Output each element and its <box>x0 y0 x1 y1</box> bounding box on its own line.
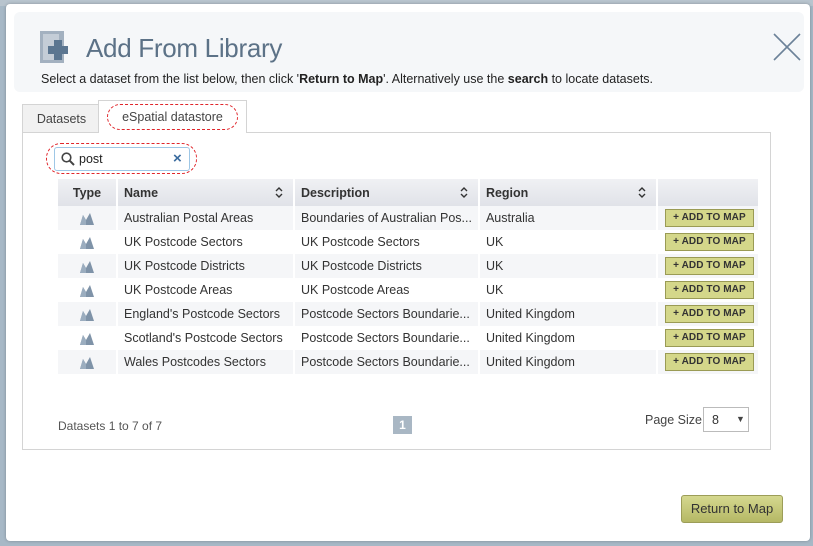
type-cell <box>58 206 116 230</box>
page-1-button[interactable]: 1 <box>393 416 412 434</box>
dataset-region: United Kingdom <box>479 302 656 326</box>
column-header-description[interactable]: Description <box>295 179 478 206</box>
dataset-table: Type Name Description Region Australian … <box>56 179 760 374</box>
dataset-description: Postcode Sectors Boundarie... <box>295 302 478 326</box>
column-header-type: Type <box>58 179 116 206</box>
dataset-region: United Kingdom <box>479 326 656 350</box>
search-input[interactable] <box>79 150 167 168</box>
return-to-map-button[interactable]: Return to Map <box>681 495 783 523</box>
dataset-region: UK <box>479 278 656 302</box>
polygon-layer-icon <box>80 332 94 345</box>
page-size-select[interactable]: 8 ▼ <box>703 407 749 432</box>
tab-datasets[interactable]: Datasets <box>22 104 101 132</box>
dataset-region: UK <box>479 254 656 278</box>
dataset-name: UK Postcode Districts <box>118 254 293 278</box>
dataset-name: England's Postcode Sectors <box>118 302 293 326</box>
polygon-layer-icon <box>80 284 94 297</box>
table-row[interactable]: UK Postcode Sectors UK Postcode Sectors … <box>58 230 758 254</box>
column-header-region[interactable]: Region <box>479 179 656 206</box>
table-row[interactable]: Wales Postcodes Sectors Postcode Sectors… <box>58 350 758 374</box>
type-cell <box>58 254 116 278</box>
dialog-instructions: Select a dataset from the list below, th… <box>41 72 654 86</box>
add-to-map-button[interactable]: + ADD TO MAP <box>664 329 754 347</box>
add-to-map-button[interactable]: + ADD TO MAP <box>664 257 754 275</box>
action-cell: + ADD TO MAP <box>657 254 758 278</box>
table-row[interactable]: Australian Postal Areas Boundaries of Au… <box>58 206 758 230</box>
tab-highlight-annotation <box>107 104 238 130</box>
column-header-action <box>657 179 758 206</box>
dataset-description: Postcode Sectors Boundarie... <box>295 350 478 374</box>
dataset-description: UK Postcode Areas <box>295 278 478 302</box>
dropdown-arrow-icon: ▼ <box>736 414 745 424</box>
polygon-layer-icon <box>80 356 94 369</box>
sort-icon[interactable] <box>275 187 283 198</box>
dataset-description: UK Postcode Sectors <box>295 230 478 254</box>
add-to-map-button[interactable]: + ADD TO MAP <box>664 281 754 299</box>
table-row[interactable]: England's Postcode Sectors Postcode Sect… <box>58 302 758 326</box>
clear-search-icon[interactable]: × <box>173 150 182 167</box>
add-to-map-button[interactable]: + ADD TO MAP <box>664 209 754 227</box>
add-to-map-button[interactable]: + ADD TO MAP <box>664 353 754 371</box>
add-to-map-button[interactable]: + ADD TO MAP <box>664 305 754 323</box>
dataset-name: Scotland's Postcode Sectors <box>118 326 293 350</box>
table-row[interactable]: UK Postcode Districts UK Postcode Distri… <box>58 254 758 278</box>
polygon-layer-icon <box>80 212 94 225</box>
type-cell <box>58 326 116 350</box>
search-field[interactable]: × <box>54 147 190 171</box>
action-cell: + ADD TO MAP <box>657 278 758 302</box>
action-cell: + ADD TO MAP <box>657 230 758 254</box>
add-to-map-button[interactable]: + ADD TO MAP <box>664 233 754 251</box>
dataset-region: Australia <box>479 206 656 230</box>
dataset-description: Postcode Sectors Boundarie... <box>295 326 478 350</box>
action-cell: + ADD TO MAP <box>657 302 758 326</box>
type-cell <box>58 278 116 302</box>
dataset-region: United Kingdom <box>479 350 656 374</box>
type-cell <box>58 302 116 326</box>
page-size-value: 8 <box>712 413 719 427</box>
dialog-title: Add From Library <box>86 33 283 63</box>
page-size-label: Page Size <box>645 413 702 427</box>
dataset-description: UK Postcode Districts <box>295 254 478 278</box>
sort-icon[interactable] <box>638 187 646 198</box>
column-header-name[interactable]: Name <box>118 179 293 206</box>
close-icon[interactable] <box>772 32 802 62</box>
dataset-name: UK Postcode Areas <box>118 278 293 302</box>
dataset-count: Datasets 1 to 7 of 7 <box>58 419 163 433</box>
polygon-layer-icon <box>80 236 94 249</box>
tab-datasets-label: Datasets <box>36 111 87 126</box>
search-icon <box>61 152 75 166</box>
table-row[interactable]: Scotland's Postcode Sectors Postcode Sec… <box>58 326 758 350</box>
tab-espatial-datastore[interactable]: eSpatial datastore <box>98 100 247 133</box>
dataset-name: Wales Postcodes Sectors <box>118 350 293 374</box>
polygon-layer-icon <box>80 260 94 273</box>
dataset-description: Boundaries of Australian Pos... <box>295 206 478 230</box>
type-cell <box>58 230 116 254</box>
table-row[interactable]: UK Postcode Areas UK Postcode Areas UK +… <box>58 278 758 302</box>
polygon-layer-icon <box>80 308 94 321</box>
add-library-icon <box>40 31 68 63</box>
action-cell: + ADD TO MAP <box>657 206 758 230</box>
dataset-name: Australian Postal Areas <box>118 206 293 230</box>
type-cell <box>58 350 116 374</box>
table-header-row: Type Name Description Region <box>58 179 758 206</box>
dialog-header: Add From Library Select a dataset from t… <box>14 12 804 92</box>
sort-icon[interactable] <box>460 187 468 198</box>
action-cell: + ADD TO MAP <box>657 350 758 374</box>
dataset-region: UK <box>479 230 656 254</box>
dataset-name: UK Postcode Sectors <box>118 230 293 254</box>
action-cell: + ADD TO MAP <box>657 326 758 350</box>
